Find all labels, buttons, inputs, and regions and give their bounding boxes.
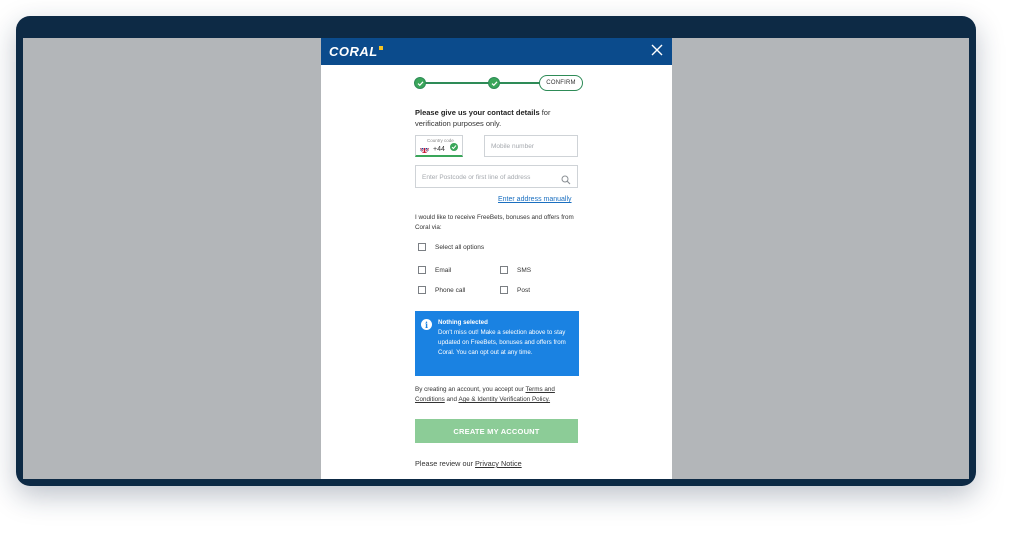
info-text: Don't miss out! Make a selection above t… [438,329,566,356]
country-code-value: +44 [433,146,445,153]
checkbox-label: Select all options [435,243,485,251]
legal-prefix: By creating an account, you accept our [415,386,526,393]
info-banner: i Nothing selected Don't miss out! Make … [415,311,579,376]
check-icon [491,80,497,86]
close-icon [651,44,663,56]
checkbox-label: Post [517,286,531,294]
privacy-text: Please review our Privacy Notice [415,459,522,468]
checkbox-sms[interactable]: SMS [500,266,531,274]
stepper-line-2 [494,82,540,84]
checkbox-phone-call[interactable]: Phone call [418,286,465,294]
browser-frame: CORAL CONFIRM Please give us your contac… [16,16,976,486]
checkbox-label: Phone call [435,286,466,294]
coral-logo: CORAL [329,44,383,59]
info-title: Nothing selected [438,319,488,326]
checkbox-box[interactable] [500,286,508,294]
mobile-number-input[interactable]: Mobile number [484,135,578,157]
step-2-complete [488,77,500,89]
age-identity-policy-link[interactable]: Age & Identity Verification Policy. [458,396,550,403]
legal-text: By creating an account, you accept our T… [415,385,575,405]
brand-name: CORAL [329,44,378,59]
uk-flag-icon [420,144,429,153]
intro-bold: Please give us your contact details [415,108,540,117]
close-button[interactable] [649,41,665,59]
valid-check-icon [450,143,458,151]
check-icon [417,80,423,86]
privacy-notice-link[interactable]: Privacy Notice [475,459,522,468]
checkbox-label: Email [435,266,452,274]
create-account-button[interactable]: CREATE MY ACCOUNT [415,419,578,443]
search-icon[interactable] [561,172,571,190]
step-3-confirm: CONFIRM [539,75,583,91]
country-code-label: Country code [427,138,454,143]
progress-stepper: CONFIRM [414,75,583,91]
privacy-prefix: Please review our [415,459,476,468]
checkbox-box[interactable] [418,286,426,294]
registration-modal: CORAL CONFIRM Please give us your contac… [321,38,672,479]
postcode-search-input[interactable]: Enter Postcode or first line of address [415,165,578,188]
intro-text: Please give us your contact details for … [415,108,585,129]
modal-header: CORAL [321,38,672,65]
checkbox-label: SMS [517,266,532,274]
checkbox-box[interactable] [418,243,426,251]
country-code-select[interactable]: Country code +44 [415,135,463,157]
info-icon: i [421,319,432,330]
postcode-placeholder: Enter Postcode or first line of address [422,174,531,181]
logo-mark [378,46,383,50]
marketing-optin-text: I would like to receive FreeBets, bonuse… [415,214,574,231]
legal-middle: and [444,396,459,403]
checkbox-box[interactable] [418,266,426,274]
checkbox-select-all[interactable]: Select all options [418,243,484,251]
checkbox-box[interactable] [500,266,508,274]
page-viewport: CORAL CONFIRM Please give us your contac… [23,38,969,479]
step-1-complete [414,77,426,89]
checkbox-email[interactable]: Email [418,266,451,274]
mobile-placeholder: Mobile number [491,143,534,150]
checkbox-post[interactable]: Post [500,286,530,294]
enter-address-manually-link[interactable]: Enter address manually [498,196,572,203]
